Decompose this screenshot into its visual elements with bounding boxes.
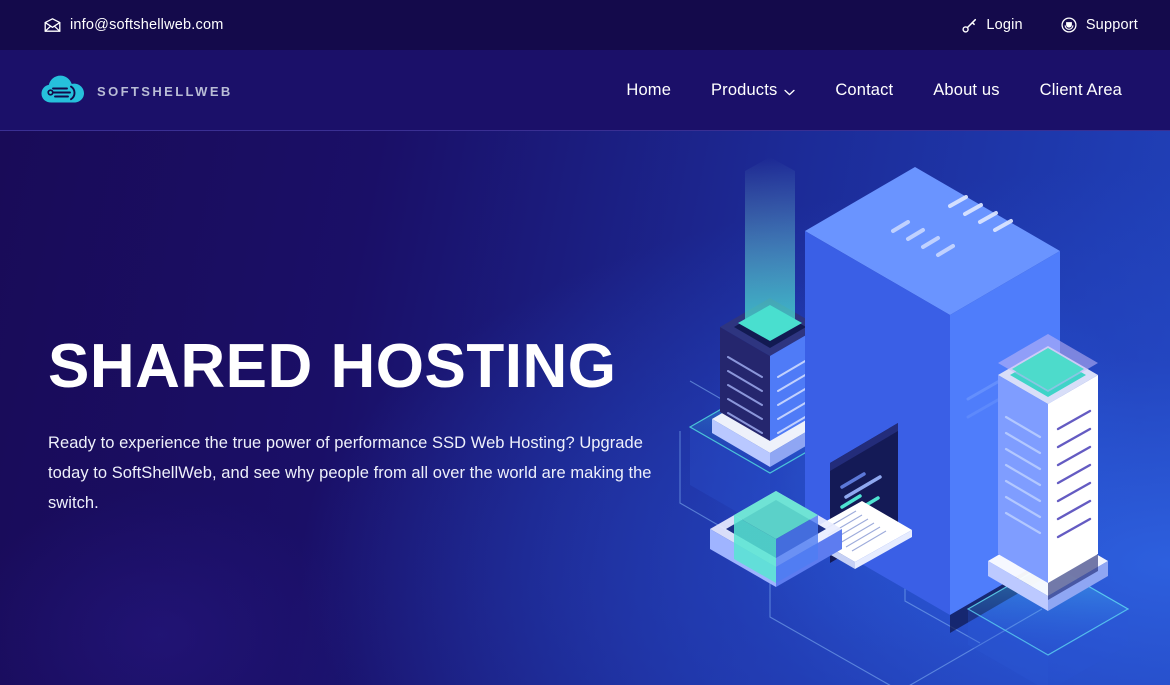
top-utility-bar: info@softshellweb.com Login Support xyxy=(0,0,1170,50)
nav-item-contact-label: Contact xyxy=(835,80,894,99)
nav-item-client-area-label: Client Area xyxy=(1039,80,1122,99)
nav-item-products[interactable]: Products xyxy=(691,70,815,111)
support-headset-icon xyxy=(1061,17,1077,33)
page-root: info@softshellweb.com Login Support soft… xyxy=(0,0,1170,685)
topbar-left-group: info@softshellweb.com xyxy=(44,17,224,33)
brand-logo-link[interactable]: SoftShellWeb xyxy=(40,73,233,107)
nav-item-products-label: Products xyxy=(711,80,778,99)
cloud-logo-icon xyxy=(40,73,86,107)
nav-item-contact[interactable]: Contact xyxy=(815,71,913,110)
login-link[interactable]: Login xyxy=(962,17,1023,33)
email-contact-link[interactable]: info@softshellweb.com xyxy=(44,17,224,33)
nav-links-group: Home Products Contact About us Client Ar… xyxy=(606,70,1142,111)
support-label: Support xyxy=(1085,17,1138,33)
envelope-icon xyxy=(44,18,61,32)
main-navigation-bar: SoftShellWeb Home Products Contact About… xyxy=(0,50,1170,131)
hero-section: SHARED HOSTING Ready to experience the t… xyxy=(0,131,1170,685)
key-icon xyxy=(962,18,977,33)
nav-item-client-area[interactable]: Client Area xyxy=(1020,71,1142,110)
isometric-datacenter-illustration xyxy=(650,131,1170,685)
nav-item-home-label: Home xyxy=(626,80,672,99)
chevron-down-icon xyxy=(784,82,796,101)
nav-item-about-us-label: About us xyxy=(933,80,1000,99)
support-link[interactable]: Support xyxy=(1061,17,1138,33)
nav-item-home[interactable]: Home xyxy=(606,71,691,110)
login-label: Login xyxy=(986,17,1023,33)
hero-title: SHARED HOSTING xyxy=(48,332,617,401)
brand-name-label: SoftShellWeb xyxy=(97,78,233,100)
hero-subtitle: Ready to experience the true power of pe… xyxy=(48,434,652,513)
hero-copy-block: SHARED HOSTING Ready to experience the t… xyxy=(48,335,708,518)
topbar-right-group: Login Support xyxy=(962,17,1138,33)
email-contact-label: info@softshellweb.com xyxy=(70,17,224,33)
nav-item-about-us[interactable]: About us xyxy=(913,71,1019,110)
